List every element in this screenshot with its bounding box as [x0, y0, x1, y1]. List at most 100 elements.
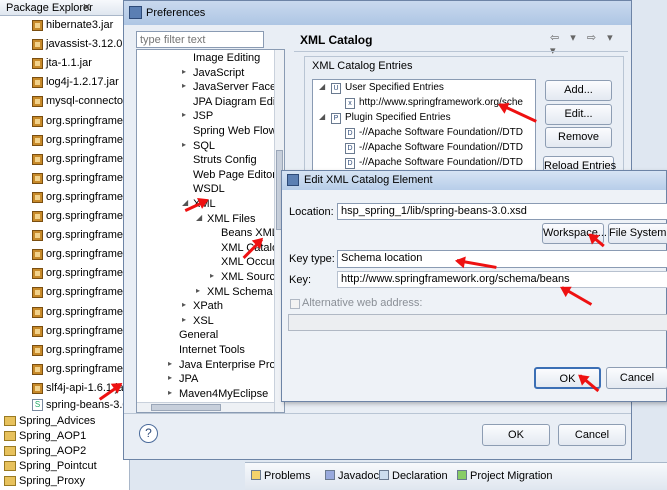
expand-icon[interactable]: ▸	[182, 140, 186, 149]
history-nav-icons[interactable]: ⇦ ▾ ⇨ ▾ ▾	[550, 31, 631, 57]
jar-label: log4j-1.2.17.jar	[46, 76, 119, 89]
edit-dialog-titlebar[interactable]: Edit XML Catalog Element	[282, 171, 666, 190]
jar-item[interactable]: org.springframew	[30, 360, 130, 379]
jar-item[interactable]: org.springframew	[30, 112, 130, 131]
filter-input[interactable]	[136, 31, 264, 48]
help-icon[interactable]: ?	[139, 424, 158, 443]
tree-hscroll-thumb[interactable]	[151, 404, 221, 411]
tree-item[interactable]: ▸ JavaServer Faces Toc	[182, 81, 284, 96]
edit-cancel-button[interactable]: Cancel	[606, 367, 667, 389]
expand-icon[interactable]: ◢	[319, 82, 325, 91]
expand-icon[interactable]: ▸	[168, 373, 172, 382]
expand-icon[interactable]: ◢	[196, 213, 202, 222]
jar-icon	[32, 268, 43, 280]
catalog-entry[interactable]: D -//Apache Software Foundation//DTD	[345, 157, 523, 171]
tree-item[interactable]: JPA Diagram Editor	[193, 96, 284, 111]
tree-item[interactable]: ▸ XPath	[182, 300, 223, 315]
tree-item[interactable]: ▸ JSP	[182, 110, 213, 125]
tree-item[interactable]: ▸ Java Enterprise Project	[168, 359, 284, 374]
tree-item[interactable]: Image Editing	[193, 52, 260, 67]
expand-icon[interactable]: ◢	[182, 198, 188, 207]
expand-icon[interactable]: ▸	[196, 286, 200, 295]
catalog-entry[interactable]: ◢ U User Specified Entries	[319, 82, 444, 96]
package-explorer-tab[interactable]: Package Explorer ✕	[0, 0, 130, 16]
tree-item[interactable]: ▸ XSL	[182, 315, 214, 330]
edit-button[interactable]: Edit...	[545, 104, 612, 125]
jar-item[interactable]: org.springframew	[30, 264, 130, 283]
expand-icon[interactable]: ◢	[319, 112, 325, 121]
jar-item[interactable]: org.springframew	[30, 303, 130, 322]
jar-item[interactable]: org.springframew	[30, 322, 130, 341]
tree-item[interactable]: ▸ Maven4MyEclipse	[168, 388, 268, 403]
expand-icon[interactable]: ▸	[182, 81, 186, 90]
close-icon[interactable]: ✕	[82, 1, 91, 14]
xsd-file-item[interactable]: S spring-beans-3.0.	[30, 396, 130, 415]
expand-icon[interactable]: ▸	[210, 271, 214, 280]
jar-item[interactable]: org.springframew	[30, 245, 130, 264]
jar-item[interactable]: hibernate3.jar	[30, 16, 130, 35]
tree-item[interactable]: Spring Web Flow	[193, 125, 277, 140]
project-item[interactable]: Spring_AOP2	[2, 444, 130, 459]
jar-item[interactable]: org.springframew	[30, 188, 130, 207]
key-field[interactable]: http://www.springframework.org/schema/be…	[337, 271, 667, 288]
alternative-address-checkbox[interactable]	[290, 299, 300, 309]
remove-button[interactable]: Remove	[545, 127, 612, 148]
key-type-select[interactable]: Schema location	[337, 250, 667, 268]
jar-item[interactable]: javassist-3.12.0.GA	[30, 35, 130, 54]
tree-horizontal-scrollbar[interactable]	[137, 402, 274, 412]
catalog-entry[interactable]: D -//Apache Software Foundation//DTD	[345, 142, 523, 156]
jar-item[interactable]: org.springframew	[30, 169, 130, 188]
alternative-address-field[interactable]	[288, 314, 667, 331]
project-item[interactable]: Spring_Advices	[2, 414, 130, 429]
tree-item[interactable]: Web Page Editor	[193, 169, 276, 184]
expand-icon[interactable]: ▸	[182, 110, 186, 119]
project-item[interactable]: Spring_Proxy	[2, 474, 130, 489]
tree-item[interactable]: ▸ JPA	[168, 373, 198, 388]
tab-project-migration[interactable]: Project Migration	[457, 470, 553, 482]
tree-item-label: WSDL	[193, 183, 225, 196]
expand-icon[interactable]: ▸	[182, 315, 186, 324]
tab-javadoc[interactable]: Javadoc	[325, 470, 379, 482]
project-folder-icon	[4, 476, 16, 486]
tree-item[interactable]: ▸ SQL	[182, 140, 215, 155]
jar-item[interactable]: org.springframew	[30, 341, 130, 360]
ok-button[interactable]: OK	[482, 424, 550, 446]
location-field[interactable]: hsp_spring_1/lib/spring-beans-3.0.xsd	[337, 203, 667, 220]
project-item[interactable]: Spring_AOP1	[2, 429, 130, 444]
cancel-button[interactable]: Cancel	[558, 424, 626, 446]
add-button[interactable]: Add...	[545, 80, 612, 101]
jar-item[interactable]: org.springframew	[30, 226, 130, 245]
jar-item[interactable]: log4j-1.2.17.jar	[30, 73, 130, 92]
project-item[interactable]: Spring_Pointcut	[2, 459, 130, 474]
expand-icon[interactable]: ▸	[168, 359, 172, 368]
tab-problems[interactable]: Problems	[251, 470, 310, 482]
expand-icon[interactable]: ▸	[182, 67, 186, 76]
tree-item[interactable]: ▸ JavaScript	[182, 67, 244, 82]
preferences-titlebar[interactable]: Preferences	[124, 1, 631, 25]
jar-icon	[32, 306, 43, 318]
jar-item[interactable]: org.springframew	[30, 150, 130, 169]
expand-icon[interactable]: ▸	[182, 300, 186, 309]
file-system-button[interactable]: File System...	[608, 223, 667, 244]
jar-item[interactable]: mysql-connector-j	[30, 92, 130, 111]
catalog-entry[interactable]: D -//Apache Software Foundation//DTD	[345, 127, 523, 141]
tree-item[interactable]: ◢ XML Files	[196, 212, 256, 228]
jar-item[interactable]: org.springframew	[30, 283, 130, 302]
tab-label: Declaration	[392, 470, 448, 482]
tree-item[interactable]: Internet Tools	[179, 344, 245, 359]
tab-declaration[interactable]: Declaration	[379, 470, 448, 482]
tree-item[interactable]: WSDL	[193, 183, 225, 198]
jar-item[interactable]: org.springframew	[30, 131, 130, 150]
jar-label: org.springframew	[46, 324, 130, 337]
tree-item[interactable]: General	[179, 329, 218, 344]
catalog-entry-icon: x	[345, 98, 355, 109]
jar-label: javassist-3.12.0.GA	[46, 38, 130, 51]
jar-item[interactable]: jta-1.1.jar	[30, 54, 130, 73]
tree-item-label: XML Files	[207, 212, 256, 225]
catalog-entry[interactable]: ◢ P Plugin Specified Entries	[319, 112, 451, 126]
tree-item[interactable]: ▸ XML Source	[210, 271, 281, 286]
tree-item[interactable]: ▸ XML Schema	[196, 286, 273, 301]
expand-icon[interactable]: ▸	[168, 388, 172, 397]
tree-item[interactable]: Struts Config	[193, 154, 257, 169]
jar-item[interactable]: org.springframew	[30, 207, 130, 226]
